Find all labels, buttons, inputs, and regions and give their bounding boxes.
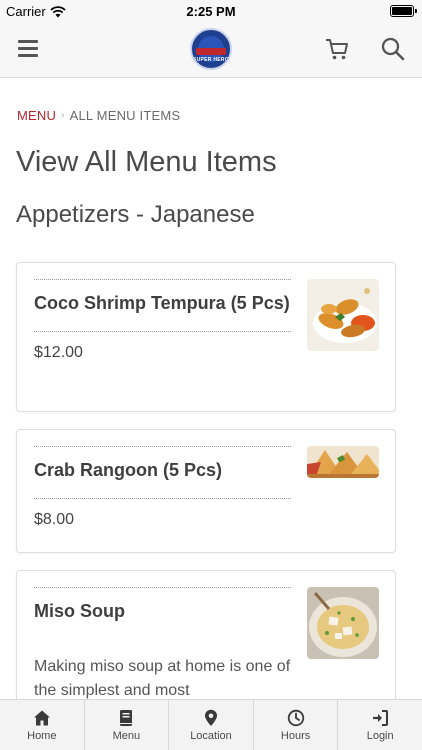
- menu-item-name[interactable]: Coco Shrimp Tempura (5 Pcs): [34, 290, 291, 317]
- tab-home[interactable]: Home: [0, 700, 85, 750]
- book-icon: [120, 709, 133, 726]
- menu-item-body: Coco Shrimp Tempura (5 Pcs) $12.00: [34, 279, 291, 362]
- crab-rangoon-image[interactable]: [307, 446, 379, 478]
- menu-item-card[interactable]: Crab Rangoon (5 Pcs) $8.00: [16, 429, 396, 553]
- search-icon[interactable]: [380, 36, 406, 62]
- tab-login-label: Login: [366, 729, 394, 742]
- cart-icon[interactable]: [324, 36, 350, 62]
- tab-location[interactable]: Location: [169, 700, 254, 750]
- menu-item-body: Miso Soup Making miso soup at home is on…: [34, 587, 291, 699]
- menu-item-price: $8.00: [34, 511, 75, 528]
- dotted-divider: [34, 587, 291, 588]
- breadcrumb-menu-link[interactable]: MENU: [17, 108, 56, 123]
- menu-item-name[interactable]: Miso Soup: [34, 598, 291, 625]
- dotted-divider: [34, 279, 291, 280]
- main-content[interactable]: MENU › ALL MENU ITEMS View All Menu Items …: [0, 79, 422, 699]
- clock-icon: [287, 709, 304, 726]
- tab-hours-label: Hours: [280, 729, 311, 742]
- status-time: 2:25 PM: [186, 4, 236, 19]
- dotted-divider: [34, 331, 291, 332]
- section-title: Appetizers - Japanese: [16, 201, 255, 228]
- tab-location-label: Location: [190, 729, 232, 742]
- breadcrumb-separator: ›: [61, 110, 65, 121]
- miso-soup-image[interactable]: [307, 587, 379, 659]
- home-icon: [33, 710, 50, 725]
- menu-hamburger-icon[interactable]: [18, 40, 38, 57]
- dotted-divider: [34, 446, 291, 447]
- breadcrumb-current: ALL MENU ITEMS: [69, 108, 181, 123]
- shrimp-tempura-image[interactable]: [307, 279, 379, 351]
- page-title: View All Menu Items: [16, 146, 277, 178]
- menu-item-description: Making miso soup at home is one of the s…: [34, 658, 291, 699]
- tab-menu[interactable]: Menu: [85, 700, 170, 750]
- login-icon: [373, 709, 389, 726]
- breadcrumb: MENU › ALL MENU ITEMS: [17, 108, 180, 123]
- tab-menu-label: Menu: [112, 729, 141, 742]
- menu-item-card[interactable]: Coco Shrimp Tempura (5 Pcs) $12.00: [16, 262, 396, 412]
- restaurant-logo[interactable]: SUPER HERO: [190, 28, 232, 70]
- menu-item-price: $12.00: [34, 344, 83, 361]
- tab-hours[interactable]: Hours: [254, 700, 339, 750]
- dotted-divider: [34, 498, 291, 499]
- menu-item-body: Crab Rangoon (5 Pcs) $8.00: [34, 446, 291, 529]
- menu-item-name[interactable]: Crab Rangoon (5 Pcs): [34, 457, 291, 484]
- map-pin-icon: [204, 709, 217, 726]
- bottom-tab-bar: Home Menu Location Hours Login: [0, 699, 422, 750]
- app-header: SUPER HERO: [0, 22, 422, 78]
- tab-login[interactable]: Login: [338, 700, 422, 750]
- battery-icon: [390, 5, 417, 17]
- status-bar: Carrier 2:25 PM: [0, 0, 422, 22]
- menu-item-card[interactable]: Miso Soup Making miso soup at home is on…: [16, 570, 396, 699]
- tab-home-label: Home: [27, 729, 57, 742]
- logo-text: SUPER HERO: [192, 57, 230, 63]
